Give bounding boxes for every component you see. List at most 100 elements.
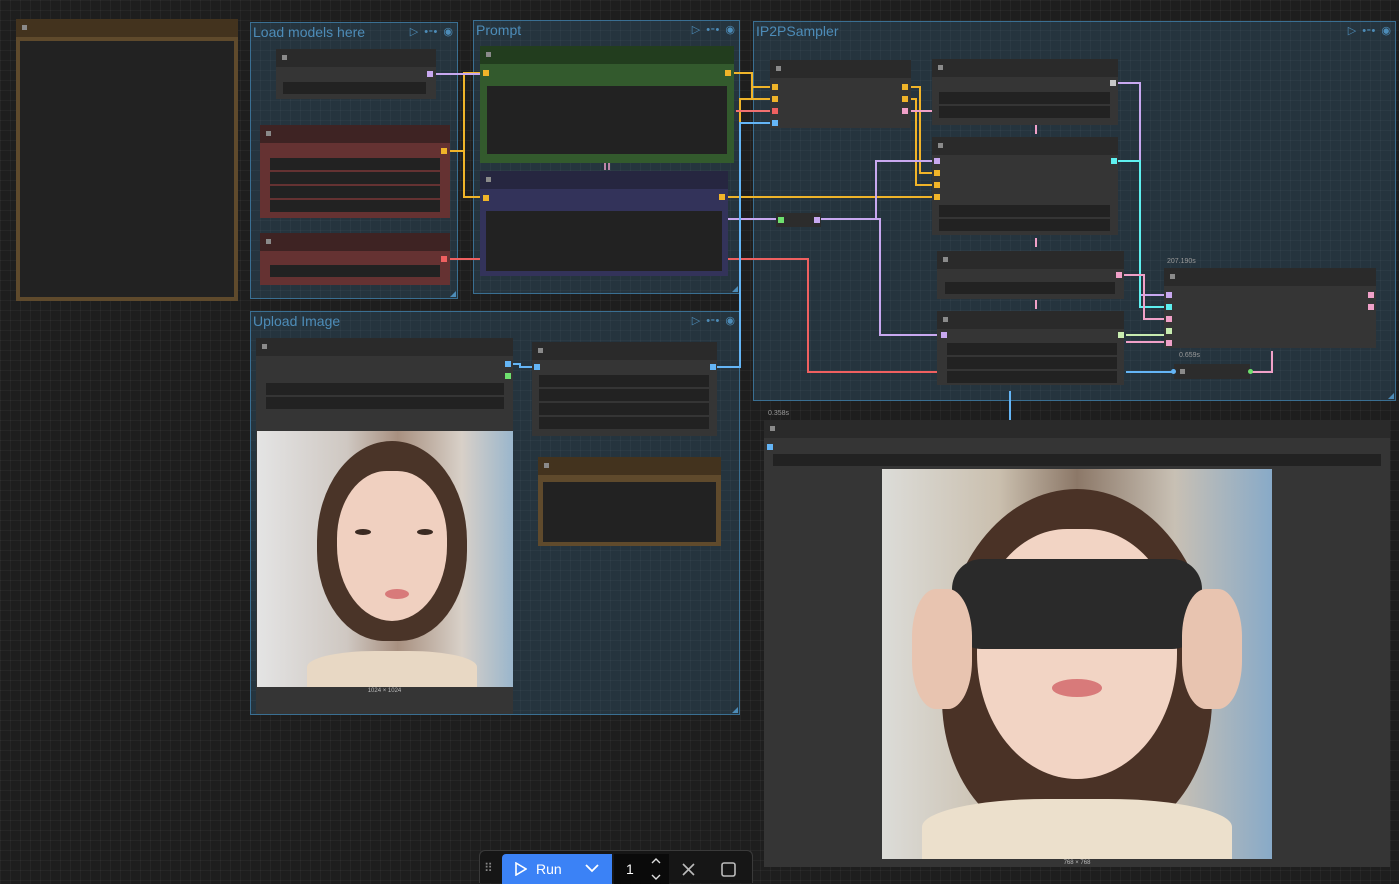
- clip-widget-1[interactable]: [270, 158, 440, 170]
- input-port-5[interactable]: [1166, 340, 1172, 346]
- sampler-select-node[interactable]: [937, 251, 1124, 299]
- input-port-1[interactable]: [1166, 292, 1172, 298]
- collapse-icon[interactable]: [776, 66, 781, 71]
- output-port-positive[interactable]: [902, 84, 908, 90]
- node-header[interactable]: [256, 338, 513, 356]
- collapse-icon[interactable]: [266, 239, 271, 244]
- input-port-negative[interactable]: [772, 96, 778, 102]
- clip-widget-3[interactable]: [270, 186, 440, 198]
- vae-loader-node[interactable]: [260, 233, 450, 285]
- output-port-1[interactable]: [1368, 292, 1374, 298]
- node-header[interactable]: [932, 59, 1118, 77]
- load-image-node[interactable]: 1024 × 1024: [256, 338, 513, 714]
- node-header[interactable]: [480, 171, 728, 189]
- image-scale-node[interactable]: [532, 342, 717, 436]
- node-header[interactable]: [538, 457, 721, 475]
- node-header[interactable]: [764, 420, 1390, 438]
- run-button[interactable]: Run: [502, 854, 612, 884]
- widget-1[interactable]: [939, 92, 1110, 104]
- output-port[interactable]: [1116, 272, 1122, 278]
- close-icon[interactable]: [682, 863, 695, 876]
- output-port[interactable]: [441, 148, 447, 154]
- negative-prompt-node[interactable]: [480, 171, 728, 276]
- output-port-latent[interactable]: [902, 108, 908, 114]
- guider-node[interactable]: [932, 137, 1118, 235]
- collapse-icon[interactable]: [1180, 369, 1185, 374]
- input-port-pixels[interactable]: [772, 120, 778, 126]
- collapse-icon[interactable]: [262, 344, 267, 349]
- output-port[interactable]: [710, 364, 716, 370]
- output-port[interactable]: [1248, 369, 1253, 374]
- widget-1[interactable]: [539, 375, 709, 387]
- reroute-node[interactable]: [776, 213, 821, 227]
- collapse-icon[interactable]: [943, 317, 948, 322]
- prompt-text-area[interactable]: [486, 211, 722, 271]
- note-text-area[interactable]: [543, 482, 716, 542]
- input-port[interactable]: [483, 70, 489, 76]
- note-node[interactable]: [16, 19, 238, 301]
- stop-icon[interactable]: [721, 862, 736, 877]
- widget-3[interactable]: [539, 403, 709, 415]
- widget-3[interactable]: [947, 371, 1117, 383]
- input-port-2[interactable]: [1166, 304, 1172, 310]
- collapse-icon[interactable]: [544, 463, 549, 468]
- filename-widget[interactable]: [773, 454, 1381, 466]
- drag-handle-icon[interactable]: ⠿: [484, 861, 493, 875]
- widget-4[interactable]: [539, 417, 709, 429]
- output-port-image[interactable]: [505, 361, 511, 367]
- input-port[interactable]: [767, 444, 773, 450]
- clip-widget-4[interactable]: [270, 200, 440, 212]
- input-port-1[interactable]: [934, 170, 940, 176]
- widget-1[interactable]: [947, 343, 1117, 355]
- input-port-3[interactable]: [1166, 316, 1172, 322]
- output-port[interactable]: [725, 70, 731, 76]
- batch-count-input[interactable]: 1: [614, 854, 669, 884]
- node-header[interactable]: [932, 137, 1118, 155]
- output-port[interactable]: [814, 217, 820, 223]
- clip-loader-node[interactable]: [260, 125, 450, 218]
- clip-widget-2[interactable]: [270, 172, 440, 184]
- prompt-text-area[interactable]: [487, 86, 727, 154]
- input-port-3[interactable]: [934, 194, 940, 200]
- input-port[interactable]: [778, 217, 784, 223]
- sampler-custom-node[interactable]: [1164, 268, 1376, 348]
- note-text-area[interactable]: [20, 41, 234, 297]
- input-port[interactable]: [483, 195, 489, 201]
- upload-widget[interactable]: [266, 397, 504, 409]
- output-port[interactable]: [1111, 158, 1117, 164]
- output-port[interactable]: [1118, 332, 1124, 338]
- checkpoint-loader-node[interactable]: [276, 49, 436, 99]
- node-header[interactable]: [260, 233, 450, 251]
- node-header[interactable]: [260, 125, 450, 143]
- ckpt-name-widget[interactable]: [283, 82, 426, 94]
- output-port[interactable]: [427, 71, 433, 77]
- widget-2[interactable]: [539, 389, 709, 401]
- output-port-negative[interactable]: [902, 96, 908, 102]
- collapse-icon[interactable]: [938, 143, 943, 148]
- positive-prompt-node[interactable]: [480, 46, 734, 163]
- output-port[interactable]: [441, 256, 447, 262]
- widget-1[interactable]: [939, 205, 1110, 217]
- output-port-2[interactable]: [1368, 304, 1374, 310]
- upper-node[interactable]: [932, 59, 1118, 125]
- note-node-small[interactable]: [538, 457, 721, 546]
- collapse-icon[interactable]: [938, 65, 943, 70]
- preview-image-node[interactable]: 768 × 768: [764, 420, 1390, 867]
- input-port[interactable]: [534, 364, 540, 370]
- node-header[interactable]: [937, 311, 1124, 329]
- input-port-positive[interactable]: [772, 84, 778, 90]
- decrement-icon[interactable]: [651, 874, 661, 881]
- output-port-mask[interactable]: [505, 373, 511, 379]
- node-header[interactable]: [16, 19, 238, 37]
- node-header[interactable]: [532, 342, 717, 360]
- input-port-2[interactable]: [934, 182, 940, 188]
- ip2p-conditioning-node[interactable]: [770, 60, 911, 128]
- collapse-icon[interactable]: [1170, 274, 1175, 279]
- input-port-vae[interactable]: [772, 108, 778, 114]
- widget-2[interactable]: [947, 357, 1117, 369]
- output-port[interactable]: [719, 194, 725, 200]
- collapse-icon[interactable]: [943, 257, 948, 262]
- widget-2[interactable]: [939, 219, 1110, 231]
- input-port-4[interactable]: [1166, 328, 1172, 334]
- input-port-model[interactable]: [934, 158, 940, 164]
